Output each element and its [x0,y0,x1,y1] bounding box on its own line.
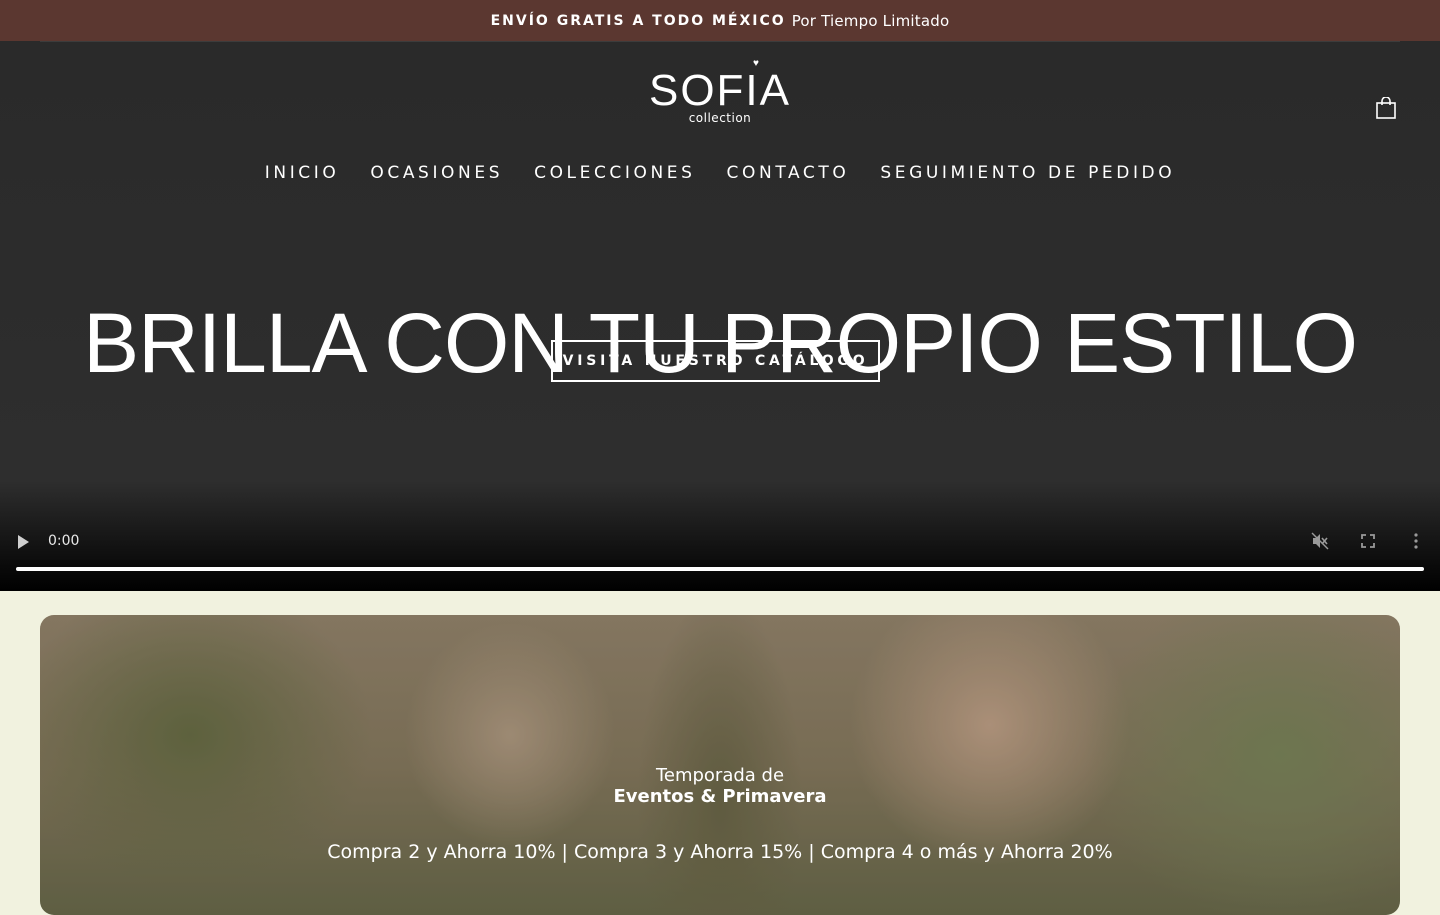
more-options-icon[interactable] [1406,531,1426,551]
announcement-text: Por Tiempo Limitado [791,11,950,30]
muted-icon[interactable] [1310,531,1330,551]
video-time: 0:00 [48,533,80,549]
catalog-button[interactable]: VISITA NUESTRO CATÁLOGO [551,340,880,382]
nav-item-seguimiento[interactable]: SEGUIMIENTO DE PEDIDO [880,163,1175,183]
shopping-bag-icon [1376,96,1396,119]
video-progress-bar[interactable] [16,567,1424,571]
video-progress-fill [16,567,1424,571]
promo-offer: Compra 2 y Ahorra 10% | Compra 3 y Ahorr… [327,841,1113,863]
main-nav: INICIO OCASIONES COLECCIONES CONTACTO SE… [0,163,1440,183]
logo-wordmark: SOFIA ♥ [648,59,792,115]
logo[interactable]: SOFIA ♥ collection [0,59,1440,126]
logo-text: SOFIA [648,66,792,115]
nav-item-ocasiones[interactable]: OCASIONES [370,163,503,183]
nav-item-inicio[interactable]: INICIO [265,163,340,183]
promo-title: Eventos & Primavera [613,786,827,807]
announcement-bar: ENVÍO GRATIS A TODO MÉXICO Por Tiempo Li… [0,0,1440,41]
promo-banner[interactable]: Temporada de Eventos & Primavera Compra … [40,615,1400,915]
hero-section: SOFIA ♥ collection INICIO OCASIONES COLE… [0,41,1440,591]
heart-icon: ♥ [753,58,761,69]
divider [40,41,1400,42]
video-controls: 0:00 [0,511,1440,591]
announcement-highlight: ENVÍO GRATIS A TODO MÉXICO [490,12,786,29]
play-icon[interactable] [18,535,29,549]
nav-item-contacto[interactable]: CONTACTO [727,163,850,183]
cart-button[interactable] [1376,96,1396,119]
promo-subtitle: Temporada de [655,765,785,786]
fullscreen-icon[interactable] [1358,531,1378,551]
nav-item-colecciones[interactable]: COLECCIONES [534,163,695,183]
